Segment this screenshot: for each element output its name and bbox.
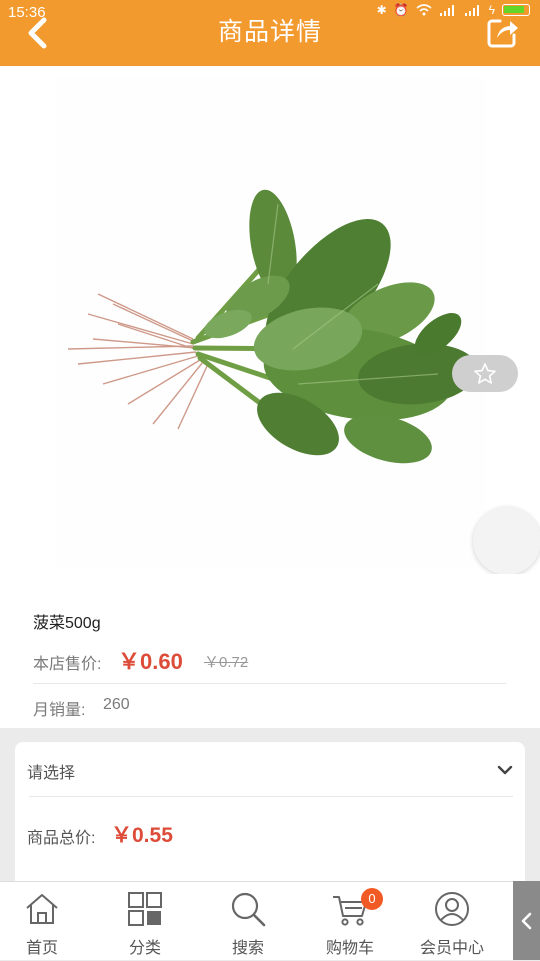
tab-label: 分类 xyxy=(128,940,161,957)
spec-card: 请选择 商品总价: ￥0.55 xyxy=(15,742,525,892)
product-info: 菠菜500g 本店售价: ￥0.60 ￥0.72 月销量: 260 xyxy=(0,574,540,728)
tab-category[interactable]: 分类 xyxy=(95,882,195,961)
tab-cart[interactable]: 购物车 xyxy=(300,882,400,961)
tab-search[interactable]: 搜索 xyxy=(198,882,298,961)
tab-home[interactable]: 首页 xyxy=(0,882,92,961)
star-icon xyxy=(474,362,496,384)
favorite-button[interactable] xyxy=(452,355,518,392)
original-price: ￥0.72 xyxy=(204,654,249,671)
side-toggle-button[interactable] xyxy=(513,881,540,960)
product-image xyxy=(67,189,478,464)
tab-label: 购物车 xyxy=(325,940,374,957)
divider xyxy=(29,796,513,797)
floating-button[interactable] xyxy=(473,507,540,574)
bottom-tab-bar: 首页 分类 搜索 购物车 会员中心 xyxy=(0,881,540,960)
tab-label: 首页 xyxy=(25,940,58,957)
monthly-sales-label: 月销量: xyxy=(33,702,86,719)
price-label: 本店售价: xyxy=(33,656,102,673)
product-gallery[interactable] xyxy=(0,66,540,574)
current-price: ￥0.60 xyxy=(118,649,183,674)
chevron-down-icon xyxy=(497,765,513,775)
home-icon xyxy=(26,894,58,924)
cart-count-badge: 0 xyxy=(361,888,383,910)
tab-label: 搜索 xyxy=(231,940,264,957)
total-price-label: 商品总价: xyxy=(27,830,96,847)
chevron-left-icon xyxy=(521,912,531,929)
total-price-value: ￥0.55 xyxy=(111,824,173,847)
page-title: 商品详情 xyxy=(217,18,322,46)
app-header: 15:36 ✱ ⏰ ϟ 商品详情 xyxy=(0,0,540,66)
monthly-sales-value: 260 xyxy=(103,696,130,713)
share-icon xyxy=(487,19,518,48)
share-button[interactable] xyxy=(486,15,520,49)
spec-select[interactable]: 请选择 xyxy=(15,742,525,796)
search-icon xyxy=(231,892,266,927)
user-icon xyxy=(435,892,469,926)
grid-icon xyxy=(128,892,162,926)
divider xyxy=(33,683,506,684)
tab-label: 会员中心 xyxy=(419,940,484,957)
product-name: 菠菜500g xyxy=(33,615,101,632)
spec-select-label: 请选择 xyxy=(27,765,76,782)
tab-member-center[interactable]: 会员中心 xyxy=(402,882,502,961)
